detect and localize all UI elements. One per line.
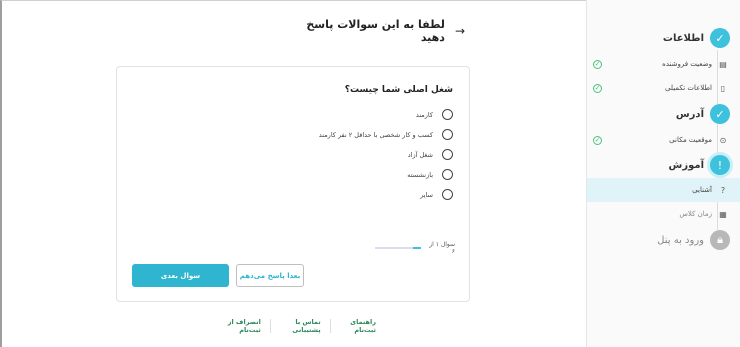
progress-text: سوال ۱ از ۶	[429, 241, 455, 255]
option-other[interactable]: سایر	[420, 189, 453, 200]
sub-step-seller-status[interactable]: ▤ وضعیت فروشنده ✓	[587, 52, 740, 76]
option-retired[interactable]: بازنشسته	[407, 169, 453, 180]
location-pin-icon: ⊙	[719, 135, 727, 145]
step-label: ورود به پنل	[657, 234, 704, 246]
done-check-icon: ✓	[593, 135, 602, 145]
cancel-registration-link[interactable]: انصراف از ثبت‌نام	[210, 318, 270, 334]
registration-guide-link[interactable]: راهنمای ثبت‌نام	[330, 318, 385, 334]
step-label: اطلاعات	[662, 32, 704, 44]
option-label: بازنشسته	[407, 170, 433, 179]
option-label: شغل آزاد	[407, 150, 433, 159]
store-icon: ▤	[719, 59, 727, 69]
option-label: سایر	[420, 190, 433, 199]
lock-icon: 🔒︎	[710, 230, 730, 250]
progress-fill	[413, 247, 421, 249]
arrow-right-icon[interactable]: →	[455, 24, 465, 38]
question-title: شغل اصلی شما چیست؟	[344, 85, 453, 95]
radio-button[interactable]	[442, 129, 453, 140]
sub-step-location[interactable]: ⊙ موقعیت مکانی ✓	[587, 128, 740, 152]
question-progress: سوال ۱ از ۶	[375, 241, 455, 255]
option-own-business[interactable]: کسب و کار شخصی با حداقل ۲ نفر کارمند	[319, 129, 453, 140]
progress-track	[375, 247, 421, 249]
page-header: → لطفا به این سوالات پاسخ دهید	[305, 18, 465, 44]
radio-button[interactable]	[442, 109, 453, 120]
option-freelance[interactable]: شغل آزاد	[408, 149, 453, 160]
calendar-icon: ▦	[719, 209, 727, 219]
done-check-icon: ✓	[593, 59, 602, 69]
step-address[interactable]: ✓ آدرس	[590, 104, 730, 124]
divider	[329, 319, 331, 333]
option-employee[interactable]: کارمند	[416, 109, 453, 120]
step-label: آدرس	[675, 108, 704, 120]
sub-step-label: اطلاعات تکمیلی	[665, 84, 712, 92]
question-icon: ?	[720, 185, 726, 195]
step-panel-login: 🔒︎ ورود به پنل	[590, 230, 730, 250]
sub-step-label: موقعیت مکانی	[669, 136, 712, 144]
sub-step-intro[interactable]: ? آشنایی	[587, 178, 740, 202]
option-label: کارمند	[415, 110, 433, 119]
contact-support-link[interactable]: تماس با پشتیبانی	[271, 318, 330, 334]
divider	[269, 319, 271, 333]
sub-step-label: وضعیت فروشنده	[662, 60, 712, 68]
sub-step-extra-info[interactable]: ▯ اطلاعات تکمیلی ✓	[587, 76, 740, 100]
done-check-icon: ✓	[593, 83, 602, 93]
sub-step-label: زمان کلاس	[679, 210, 712, 218]
option-label: کسب و کار شخصی با حداقل ۲ نفر کارمند	[318, 130, 433, 139]
document-icon: ▯	[720, 83, 726, 93]
question-card: شغل اصلی شما چیست؟ کارمند کسب و کار شخصی…	[116, 66, 470, 302]
radio-button[interactable]	[442, 189, 453, 200]
radio-button[interactable]	[442, 169, 453, 180]
info-icon: !	[710, 155, 730, 175]
stepper-sidebar: ✓ اطلاعات ▤ وضعیت فروشنده ✓ ▯ اطلاعات تک…	[586, 0, 740, 347]
page-title: لطفا به این سوالات پاسخ دهید	[306, 18, 445, 44]
step-info[interactable]: ✓ اطلاعات	[590, 28, 730, 48]
sub-step-class-time[interactable]: ▦ زمان کلاس	[587, 202, 740, 226]
sub-step-label: آشنایی	[692, 186, 712, 194]
step-label: آموزش	[668, 159, 704, 171]
check-icon: ✓	[710, 104, 730, 124]
step-training[interactable]: ! آموزش	[590, 155, 730, 175]
radio-button[interactable]	[442, 149, 453, 160]
answer-later-button[interactable]: بعدا پاسخ می‌دهم	[236, 264, 304, 287]
footer-links: راهنمای ثبت‌نام تماس با پشتیبانی انصراف …	[210, 318, 385, 334]
next-question-button[interactable]: سوال بعدی	[132, 264, 229, 287]
check-icon: ✓	[710, 28, 730, 48]
